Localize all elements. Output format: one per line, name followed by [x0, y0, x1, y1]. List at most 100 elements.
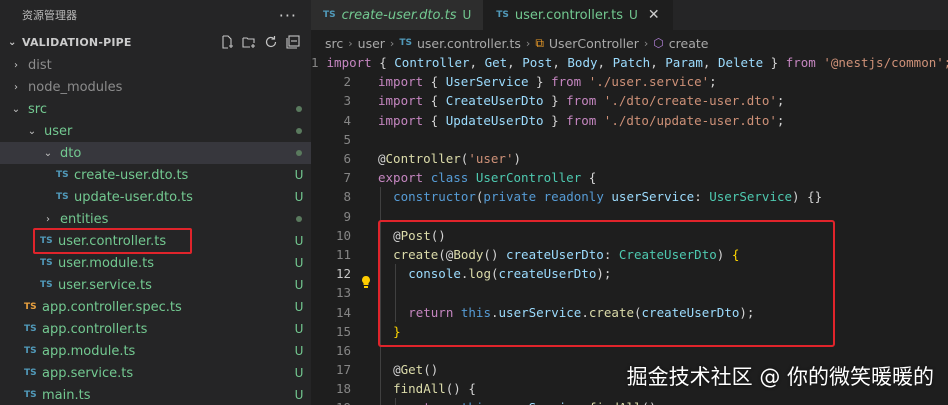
code-token: from — [785, 55, 816, 71]
tree-file[interactable]: TS app.module.ts U — [0, 340, 311, 362]
code-token: @ — [378, 151, 386, 167]
explorer-header: 资源管理器 ··· — [0, 0, 311, 30]
chevron-down-icon: ⌄ — [43, 147, 53, 159]
breadcrumb-item[interactable]: user — [358, 36, 385, 51]
tree-file[interactable]: TS app.controller.ts U — [0, 318, 311, 340]
refresh-icon[interactable] — [263, 34, 279, 50]
tree-file[interactable]: TS app.service.ts U — [0, 362, 311, 384]
code-token: constructor — [393, 189, 476, 205]
tree-file[interactable]: TS update-user.dto.ts U — [0, 186, 311, 208]
git-status-badge: U — [294, 256, 304, 270]
tree-file[interactable]: TS create-user.dto.ts U — [0, 164, 311, 186]
typescript-file-icon: TS — [24, 324, 37, 334]
line-number: 3 — [343, 93, 351, 109]
breadcrumb-item[interactable]: create — [669, 36, 709, 51]
explorer-sidebar: 资源管理器 ··· ⌄ VALIDATION-PIPE › dist › node_m… — [0, 0, 311, 405]
tab-user-controller-ts[interactable]: TS user.controller.ts U ✕ — [484, 0, 673, 30]
line-number: 8 — [343, 189, 351, 205]
watermark-text: 掘金技术社区 @ 你的微笑暖暖的 — [626, 365, 934, 389]
modified-dot-icon — [287, 216, 311, 222]
code-token: ) {} — [792, 189, 823, 205]
code-token: ; — [776, 112, 785, 128]
tree-file[interactable]: TS app.controller.spec.ts U — [0, 296, 311, 318]
code-token: import — [378, 112, 424, 128]
tree-file[interactable]: TS user.service.ts U — [0, 274, 311, 296]
code-token: (); — [642, 400, 665, 405]
tree-folder[interactable]: ⌄ dto — [0, 142, 311, 164]
modified-dot-icon — [287, 128, 311, 134]
new-file-icon[interactable] — [219, 34, 235, 50]
workspace-section-header[interactable]: ⌄ VALIDATION-PIPE — [0, 30, 311, 54]
chevron-down-icon: ⌄ — [8, 36, 17, 48]
code-text: findAll() { — [378, 381, 476, 396]
line-number: 12 — [335, 266, 351, 282]
code-token: } — [763, 55, 786, 71]
tree-folder[interactable]: ⌄ user — [0, 120, 311, 142]
code-token: Controller — [394, 55, 470, 71]
tree-folder[interactable]: ⌄ src — [0, 98, 311, 120]
line-number: 14 — [335, 304, 351, 320]
code-text: @Get() — [378, 362, 438, 377]
code-token: } — [528, 74, 552, 90]
code-token: , — [507, 55, 523, 71]
chevron-right-icon: › — [525, 36, 531, 50]
code-line: 8 constructor(private readonly userServic… — [311, 187, 948, 207]
tree-item-label: user.service.ts — [58, 277, 152, 293]
breadcrumb-item[interactable]: UserController — [549, 36, 639, 51]
tab-status-badge: U — [629, 8, 638, 22]
annotation-highlight-box — [33, 228, 192, 254]
code-token: import — [378, 93, 424, 109]
explorer-title: 资源管理器 — [22, 9, 77, 22]
code-token: } — [543, 93, 567, 109]
code-line: 4 import { UpdateUserDto } from './dto/up… — [311, 111, 948, 130]
tree-item-label: app.controller.ts — [42, 321, 148, 337]
code-token: this — [461, 400, 491, 405]
code-token: './user.service' — [588, 74, 710, 90]
tree-file[interactable]: TS user.module.ts U — [0, 252, 311, 274]
git-status-badge: U — [294, 300, 304, 314]
code-token: ; — [709, 74, 717, 90]
tree-folder[interactable]: › node_modules — [0, 76, 311, 98]
code-token: , — [552, 55, 568, 71]
indent-guide — [380, 187, 381, 207]
tree-folder[interactable]: › dist — [0, 54, 311, 76]
tab-create-user-dto-ts[interactable]: TS create-user.dto.ts U — [311, 0, 485, 30]
code-token: findAll — [393, 381, 446, 397]
line-number: 6 — [343, 151, 351, 167]
code-token: ) — [513, 151, 522, 167]
line-number: 4 — [343, 112, 351, 128]
tree-item-label: node_modules — [28, 79, 123, 95]
code-token: () — [423, 362, 439, 378]
more-actions-icon[interactable]: ··· — [279, 6, 297, 25]
git-status-badge: U — [294, 190, 304, 204]
typescript-file-icon: TS — [40, 258, 53, 268]
tree-item-label: entities — [60, 211, 109, 227]
new-folder-icon[interactable] — [241, 34, 257, 50]
indent-guide — [380, 360, 381, 380]
code-token: } — [543, 112, 567, 128]
tab-label: create-user.dto.ts — [341, 7, 457, 23]
code-token: '@nestjs/common'; — [823, 55, 948, 71]
tree-item-label: dist — [28, 57, 52, 73]
typescript-file-icon: TS — [496, 10, 509, 20]
modified-dot-icon — [287, 150, 311, 156]
breadcrumb-item[interactable]: user.controller.ts — [417, 36, 521, 51]
code-token: Controller — [385, 151, 461, 167]
code-token: readonly — [543, 189, 604, 205]
breadcrumb-item[interactable]: src — [325, 36, 343, 51]
typescript-file-icon: TS — [40, 280, 53, 290]
tree-folder[interactable]: › entities — [0, 208, 311, 230]
code-text: import { UpdateUserDto } from './dto/upd… — [378, 113, 784, 128]
line-number: 10 — [335, 227, 351, 243]
tree-file[interactable]: TS main.ts U — [0, 384, 311, 405]
code-token: @ — [393, 362, 401, 378]
code-token: Get — [484, 55, 508, 71]
code-token: UserService — [445, 74, 529, 90]
collapse-all-icon[interactable] — [285, 34, 301, 50]
code-token: { — [423, 74, 446, 90]
close-tab-icon[interactable]: ✕ — [648, 7, 660, 23]
code-token: UserController — [475, 170, 582, 186]
